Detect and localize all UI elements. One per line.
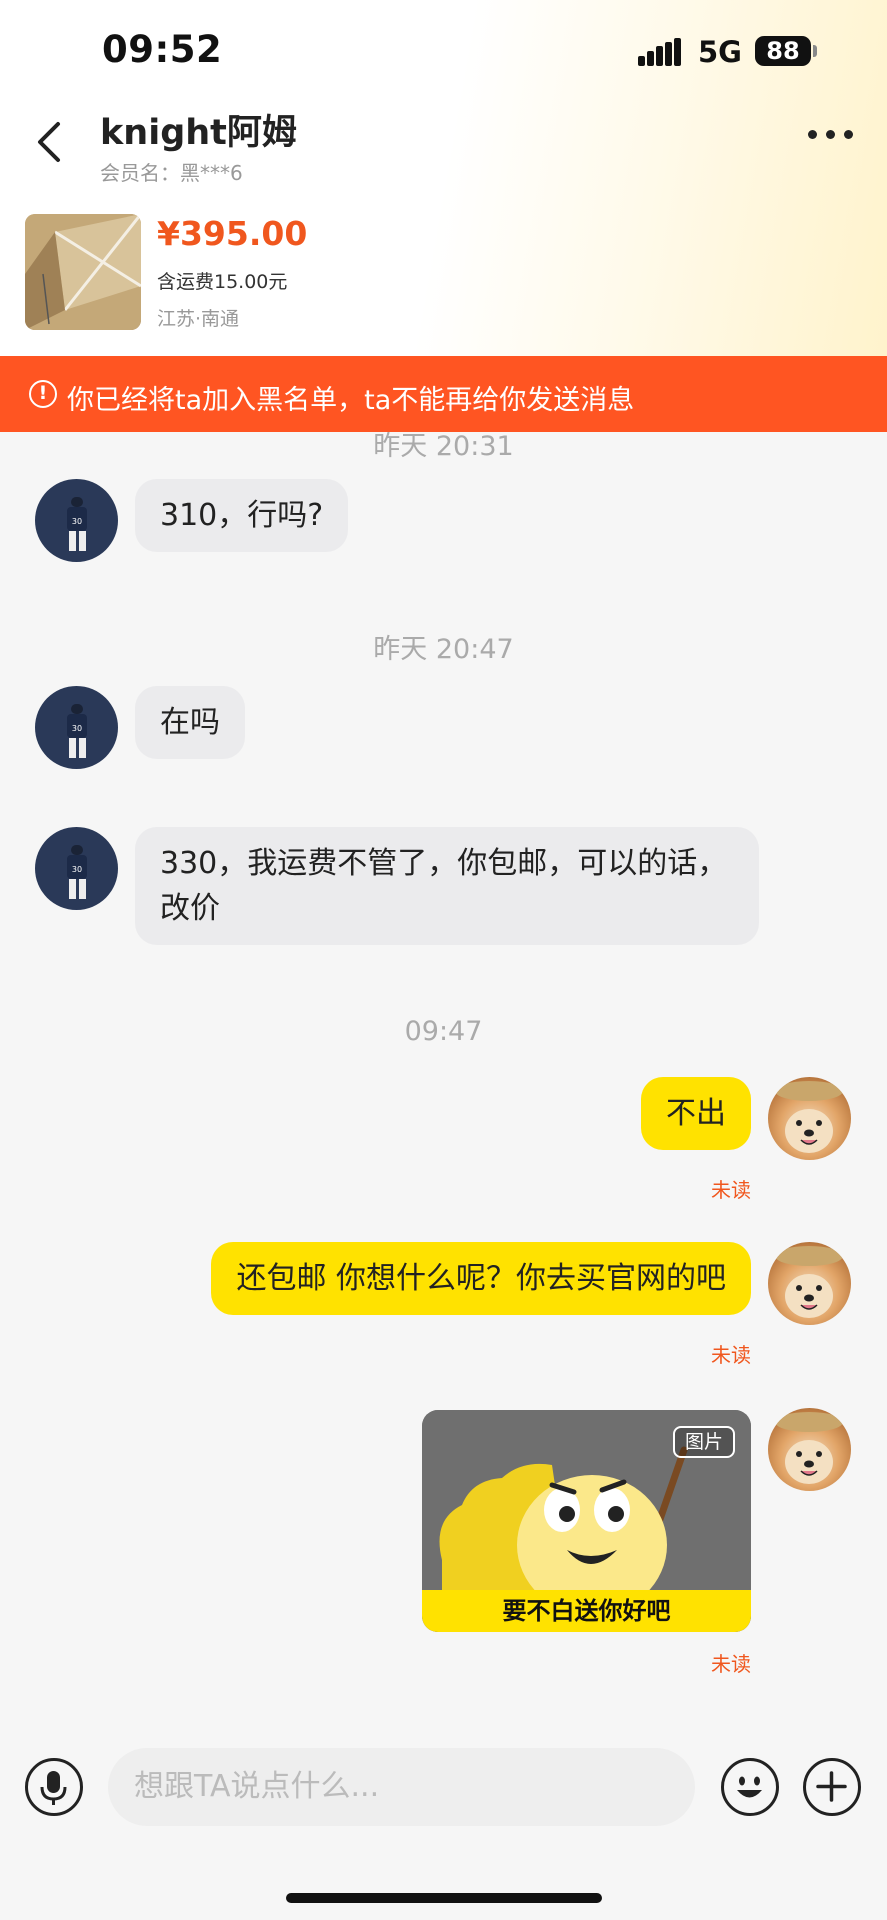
unread-status: 未读 [711,1652,751,1676]
blacklist-banner-text: 你已经将ta加入黑名单，ta不能再给你发送消息 [67,385,635,416]
svg-text:30: 30 [72,865,82,874]
product-price: ¥395.00 [157,214,308,253]
avatar[interactable]: 30 [35,686,118,769]
back-icon[interactable] [30,118,70,166]
product-image[interactable] [25,214,141,330]
status-time: 09:52 [102,28,223,71]
product-shipping: 含运费15.00元 [157,271,288,293]
message-bubble[interactable]: 310，行吗? [135,479,349,552]
home-indicator [286,1893,602,1903]
message-bubble[interactable]: 330，我运费不管了，你包邮，可以的话，改价 [135,827,759,945]
message-bubble[interactable]: 不出 [641,1077,751,1150]
svg-text:30: 30 [72,517,82,526]
microphone-icon[interactable] [25,1758,83,1816]
message-input[interactable]: 想跟TA说点什么... [108,1748,695,1826]
emoji-icon[interactable] [721,1758,779,1816]
battery-icon: 88 [755,36,811,66]
avatar[interactable]: 30 [35,827,118,910]
svg-text:30: 30 [72,724,82,733]
product-location: 江苏·南通 [157,308,240,330]
unread-status: 未读 [711,1178,751,1202]
add-icon[interactable] [803,1758,861,1816]
chat-title: knight阿姆 [100,113,297,153]
image-tag: 图片 [673,1426,735,1458]
timestamp: 昨天 20:47 [373,634,514,665]
my-avatar[interactable] [768,1077,851,1160]
battery-tip [813,45,817,57]
member-name: 会员名：黑***6 [100,161,243,185]
my-avatar[interactable] [768,1242,851,1325]
timestamp: 09:47 [404,1016,483,1047]
unread-status: 未读 [711,1343,751,1367]
network-type: 5G [698,35,742,69]
more-icon[interactable] [808,130,854,142]
signal-icon [638,38,684,66]
my-avatar[interactable] [768,1408,851,1491]
warning-icon: ! [29,380,57,408]
message-bubble[interactable]: 在吗 [135,686,245,759]
message-bubble[interactable]: 还包邮 你想什么呢？你去买官网的吧 [211,1242,751,1315]
avatar[interactable]: 30 [35,479,118,562]
image-caption: 要不白送你好吧 [422,1590,751,1632]
